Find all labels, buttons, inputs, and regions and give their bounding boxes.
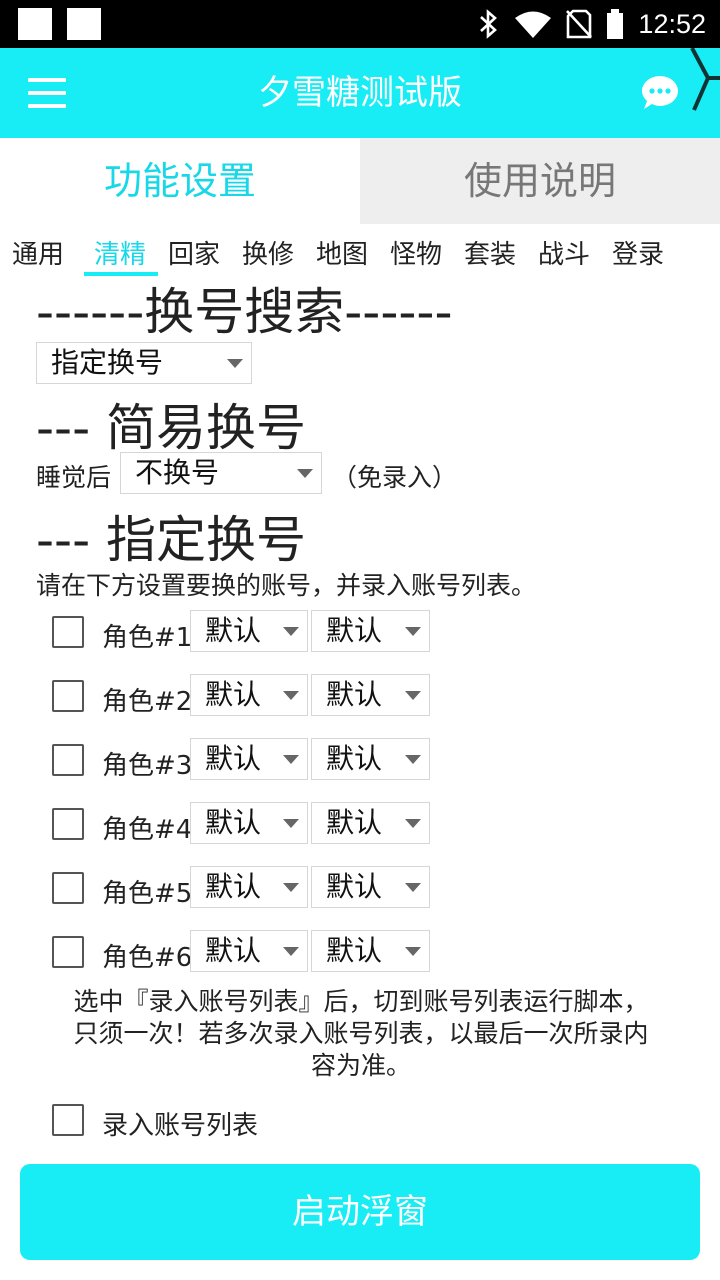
- chevron-down-icon: [227, 359, 243, 368]
- role-6-select-1[interactable]: 默认: [190, 930, 308, 972]
- sleep-switch-value: 不换号: [135, 456, 220, 489]
- specified-switch-heading: --- 指定换号: [36, 511, 307, 569]
- role-4-select-1[interactable]: 默认: [190, 802, 308, 844]
- role-1-label: 角色#1: [102, 623, 193, 653]
- sleep-switch-select[interactable]: 不换号: [120, 452, 322, 494]
- subtab-home[interactable]: 回家: [168, 234, 220, 271]
- role-1-select-2[interactable]: 默认: [311, 610, 430, 652]
- tab-function-settings[interactable]: 功能设置: [0, 138, 360, 224]
- role-2-select-2-value: 默认: [326, 678, 383, 711]
- chat-bubble-icon[interactable]: [640, 73, 680, 113]
- mode-select[interactable]: 指定换号: [36, 342, 252, 384]
- note-line-1: 选中『录入账号列表』后，切到账号列表运行脚本，: [73, 987, 649, 1016]
- section-title: ------换号搜索------: [36, 283, 453, 341]
- notification-square-icon: [18, 8, 52, 40]
- tab-usage-instructions[interactable]: 使用说明: [360, 138, 720, 224]
- notification-square-icon: [67, 8, 101, 40]
- chevron-down-icon: [405, 691, 421, 700]
- chevron-down-icon: [283, 755, 299, 764]
- simple-switch-heading: --- 简易换号: [36, 399, 307, 457]
- role-5-select-2[interactable]: 默认: [311, 866, 430, 908]
- chevron-down-icon: [405, 819, 421, 828]
- role-6-label: 角色#6: [102, 943, 193, 973]
- chevron-down-icon: [283, 691, 299, 700]
- role-1-checkbox[interactable]: [52, 616, 84, 648]
- subtab-suit[interactable]: 套装: [464, 234, 516, 271]
- role-6-select-1-value: 默认: [205, 934, 262, 967]
- subtab-battle[interactable]: 战斗: [538, 234, 590, 271]
- record-list-label: 录入账号列表: [102, 1111, 259, 1141]
- subtab-monster[interactable]: 怪物: [390, 234, 442, 271]
- role-4-select-2-value: 默认: [326, 806, 383, 839]
- role-1-select-2-value: 默认: [326, 614, 383, 647]
- role-6-select-2[interactable]: 默认: [311, 930, 430, 972]
- role-5-select-1-value: 默认: [205, 870, 262, 903]
- app-title: 夕雪糖测试版: [258, 73, 462, 113]
- role-3-select-2-value: 默认: [326, 742, 383, 775]
- chevron-down-icon: [405, 755, 421, 764]
- app-bar: 夕雪糖测试版: [0, 48, 720, 138]
- role-4-select-1-value: 默认: [205, 806, 262, 839]
- role-5-select-2-value: 默认: [326, 870, 383, 903]
- role-5-checkbox[interactable]: [52, 872, 84, 904]
- role-1-select-1-value: 默认: [205, 614, 262, 647]
- role-6-checkbox[interactable]: [52, 936, 84, 968]
- record-list-note: 选中『录入账号列表』后，切到账号列表运行脚本， 只须一次！若多次录入账号列表，以…: [36, 986, 686, 1082]
- wifi-icon: [515, 11, 552, 38]
- role-5-select-1[interactable]: 默认: [190, 866, 308, 908]
- chevron-down-icon: [405, 883, 421, 892]
- role-2-select-1-value: 默认: [205, 678, 262, 711]
- battery-icon: [607, 9, 624, 39]
- role-3-label: 角色#3: [102, 751, 193, 781]
- no-record-note: （免录入）: [332, 463, 458, 492]
- role-4-select-2[interactable]: 默认: [311, 802, 430, 844]
- chevron-down-icon: [405, 627, 421, 636]
- sleep-after-label: 睡觉后: [36, 463, 112, 492]
- bluetooth-icon: [480, 9, 498, 39]
- role-2-checkbox[interactable]: [52, 680, 84, 712]
- role-4-checkbox[interactable]: [52, 808, 84, 840]
- subtab-map[interactable]: 地图: [316, 234, 368, 271]
- role-6-select-2-value: 默认: [326, 934, 383, 967]
- subtab-general[interactable]: 通用: [12, 234, 64, 271]
- role-2-select-2[interactable]: 默认: [311, 674, 430, 716]
- instruction-text: 请在下方设置要换的账号，并录入账号列表。: [36, 571, 537, 600]
- role-3-select-1[interactable]: 默认: [190, 738, 308, 780]
- mode-select-value: 指定换号: [51, 346, 164, 379]
- top-tabs: 功能设置 使用说明: [0, 138, 720, 224]
- no-sim-icon: [566, 9, 593, 39]
- role-3-select-2[interactable]: 默认: [311, 738, 430, 780]
- subtab-repair[interactable]: 换修: [242, 234, 294, 271]
- launch-floating-window-button[interactable]: 启动浮窗: [20, 1164, 700, 1260]
- role-3-checkbox[interactable]: [52, 744, 84, 776]
- record-list-checkbox[interactable]: [52, 1104, 84, 1136]
- chevron-down-icon: [283, 627, 299, 636]
- overlay-handle-icon[interactable]: [688, 48, 720, 118]
- subtab-login[interactable]: 登录: [612, 234, 664, 271]
- role-5-label: 角色#5: [102, 879, 193, 909]
- role-4-label: 角色#4: [102, 815, 193, 845]
- role-3-select-1-value: 默认: [205, 742, 262, 775]
- note-line-3: 容为准。: [310, 1051, 411, 1080]
- chevron-down-icon: [283, 883, 299, 892]
- chevron-down-icon: [297, 469, 313, 478]
- chevron-down-icon: [283, 947, 299, 956]
- role-2-select-1[interactable]: 默认: [190, 674, 308, 716]
- role-1-select-1[interactable]: 默认: [190, 610, 308, 652]
- note-line-2: 只须一次！若多次录入账号列表，以最后一次所录内: [73, 1019, 649, 1048]
- chevron-down-icon: [283, 819, 299, 828]
- status-bar: 12:52: [0, 0, 720, 48]
- sub-tabs: 通用 清精 回家 换修 地图 怪物 套装 战斗 登录: [0, 228, 720, 276]
- clock: 12:52: [638, 8, 706, 39]
- chevron-down-icon: [405, 947, 421, 956]
- role-2-label: 角色#2: [102, 687, 193, 717]
- subtab-qingjing[interactable]: 清精: [94, 234, 146, 271]
